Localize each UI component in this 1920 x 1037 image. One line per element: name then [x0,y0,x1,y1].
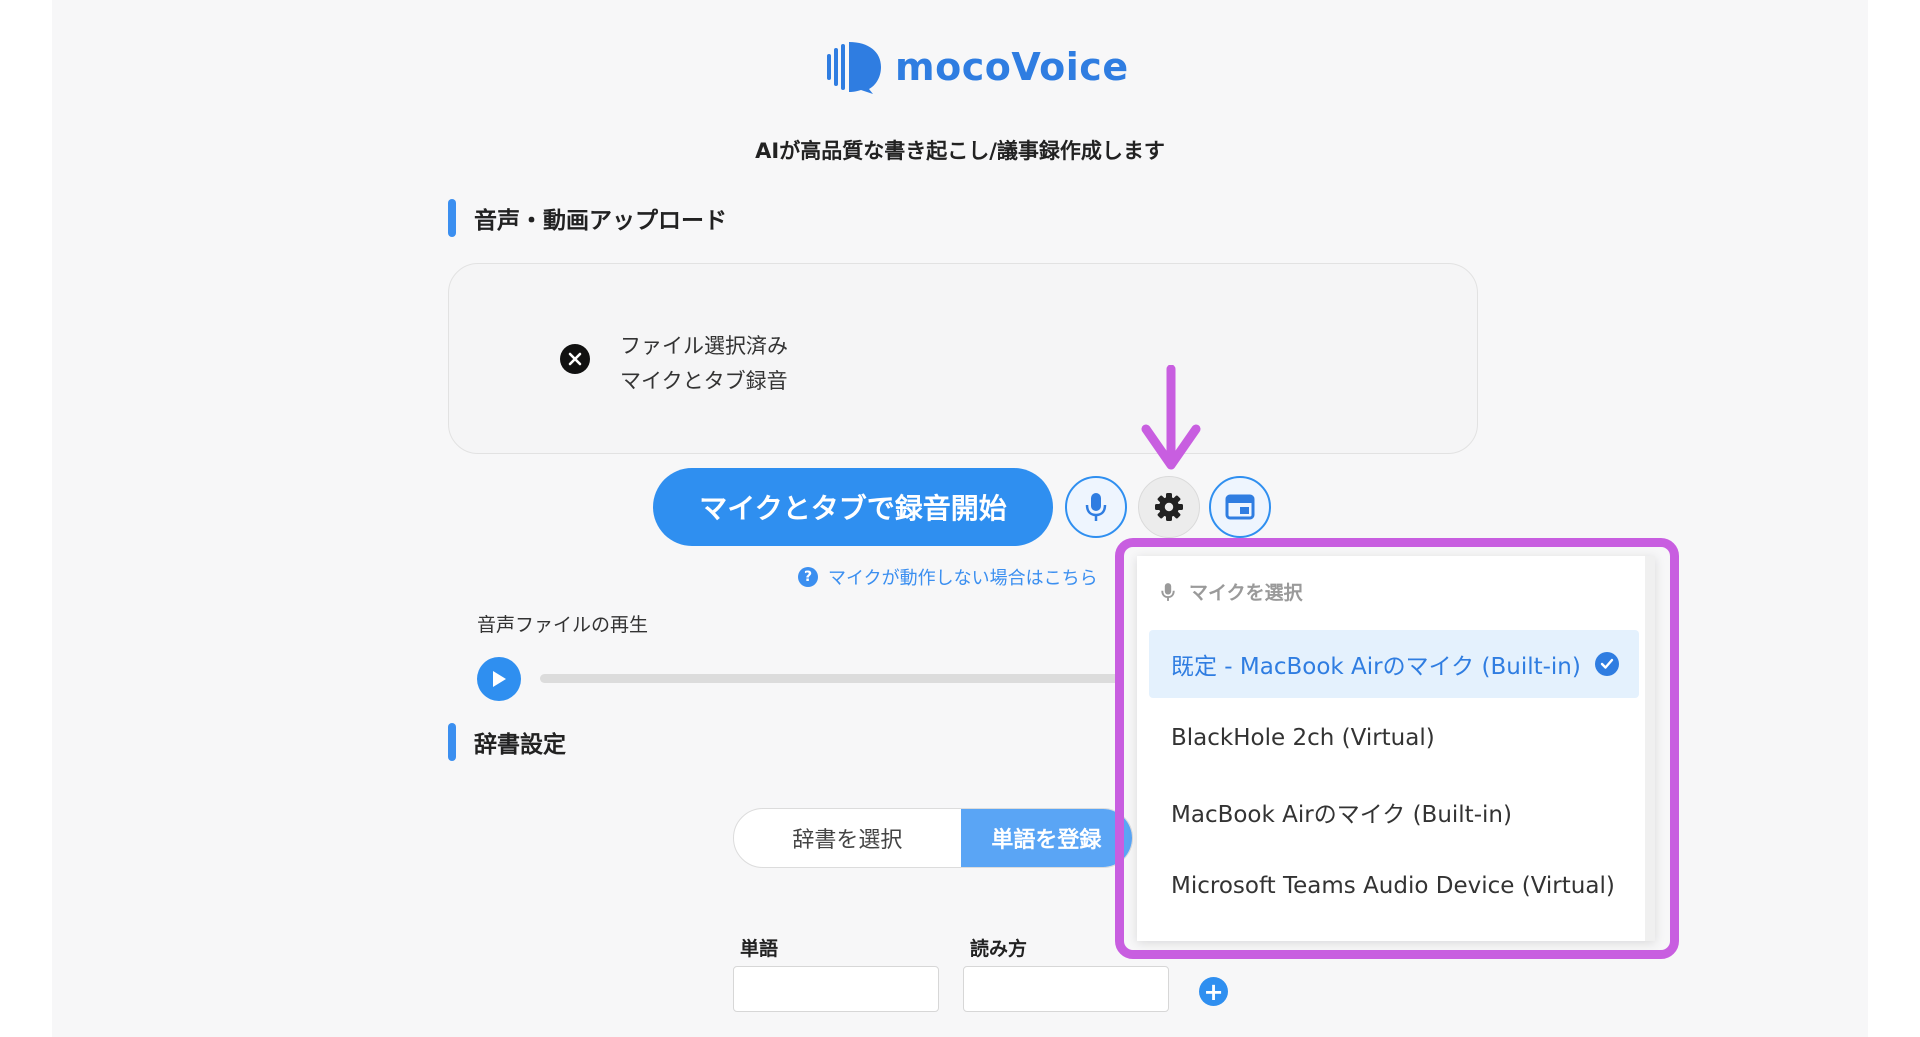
tagline: AIが高品質な書き起こし/議事録作成します [755,139,1165,163]
play-icon [493,671,506,687]
annotation-highlight-box [1115,538,1679,959]
play-button[interactable] [477,657,521,701]
tab-select-dictionary[interactable]: 辞書を選択 [734,809,961,867]
upload-dropzone[interactable] [448,263,1478,454]
mic-help-link[interactable]: ? マイクが動作しない場合はこちら [798,564,1098,590]
app-name: mocoVoice [895,45,1129,89]
playback-progress-bar[interactable] [540,674,1120,683]
word-input[interactable] [733,966,939,1012]
close-icon[interactable] [560,344,590,374]
tab-audio-button[interactable] [1209,476,1271,538]
mocovoice-logo-icon [827,42,881,94]
upload-section-label: 音声・動画アップロード [474,208,727,234]
section-accent-bar [448,199,456,237]
upload-section-title: 音声・動画アップロード [448,199,727,237]
browser-tab-icon [1225,494,1255,520]
word-label: 単語 [740,938,779,960]
microphone-button[interactable] [1065,476,1127,538]
arrow-down-annotation [1141,365,1201,470]
question-icon: ? [798,567,818,587]
gear-icon [1155,493,1183,521]
mic-settings-button[interactable] [1138,476,1200,538]
dictionary-section-label: 辞書設定 [474,732,566,758]
reading-label: 読み方 [970,938,1028,960]
add-word-button[interactable]: + [1199,977,1228,1006]
playback-label: 音声ファイルの再生 [477,614,649,636]
dictionary-mode-toggle: 辞書を選択 単語を登録 [733,808,1133,868]
reading-input[interactable] [963,966,1169,1012]
record-mode-text: マイクとタブ録音 [620,369,788,393]
start-recording-button[interactable]: マイクとタブで録音開始 [653,468,1053,546]
microphone-icon [1085,493,1107,521]
file-status-text: ファイル選択済み [620,334,788,358]
dictionary-section-title: 辞書設定 [448,723,566,761]
tab-register-word[interactable]: 単語を登録 [960,809,1132,867]
app-logo: mocoVoice [825,40,1129,94]
mic-help-text: マイクが動作しない場合はこちら [828,568,1098,589]
section-accent-bar [448,723,456,761]
